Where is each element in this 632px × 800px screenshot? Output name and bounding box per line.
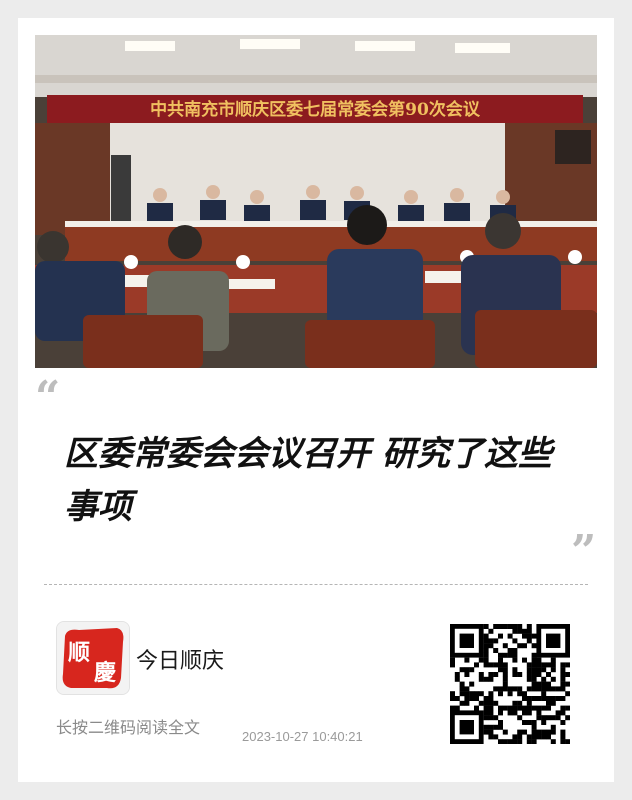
- close-quote-icon: ”: [571, 526, 597, 577]
- ceiling-light: [125, 41, 175, 51]
- account-logo: 顺 慶: [56, 621, 130, 695]
- timestamp: 2023-10-27 10:40:21: [242, 729, 363, 744]
- wall-panel-left: [35, 123, 110, 235]
- ceiling-light: [355, 41, 415, 51]
- meeting-scene: 中共南充市顺庆区委七届常委会第90次会议: [35, 35, 597, 368]
- open-quote-icon: “: [35, 372, 61, 423]
- teacup: [568, 250, 582, 264]
- teacup: [124, 255, 138, 269]
- ceiling-light: [455, 43, 510, 53]
- ceiling-light: [240, 39, 300, 49]
- qr-code[interactable]: [450, 624, 570, 744]
- long-press-hint: 长按二维码阅读全文: [56, 720, 201, 737]
- banner-text: 中共南充市顺庆区委七届常委会第90次会议: [150, 99, 481, 120]
- article-headline: 区委常委会会议召开 研究了这些事项: [64, 434, 552, 527]
- speaker: [555, 130, 591, 164]
- logo-char-2: 慶: [94, 660, 116, 686]
- shunqing-seal-logo: 顺 慶: [57, 622, 129, 694]
- logo-char-1: 顺: [68, 640, 90, 666]
- meeting-photo: 中共南充市顺庆区委七届常委会第90次会议: [35, 35, 597, 368]
- account-name[interactable]: 今日顺庆: [136, 643, 224, 675]
- teacup: [236, 255, 250, 269]
- qr-code-icon: [450, 624, 570, 744]
- ceiling-trim: [35, 75, 597, 83]
- dashed-divider: [44, 584, 588, 585]
- ceiling: [35, 35, 597, 97]
- share-card: 中共南充市顺庆区委七届常委会第90次会议 “ 区委常委会会议召开 研究了这些事项…: [18, 18, 614, 782]
